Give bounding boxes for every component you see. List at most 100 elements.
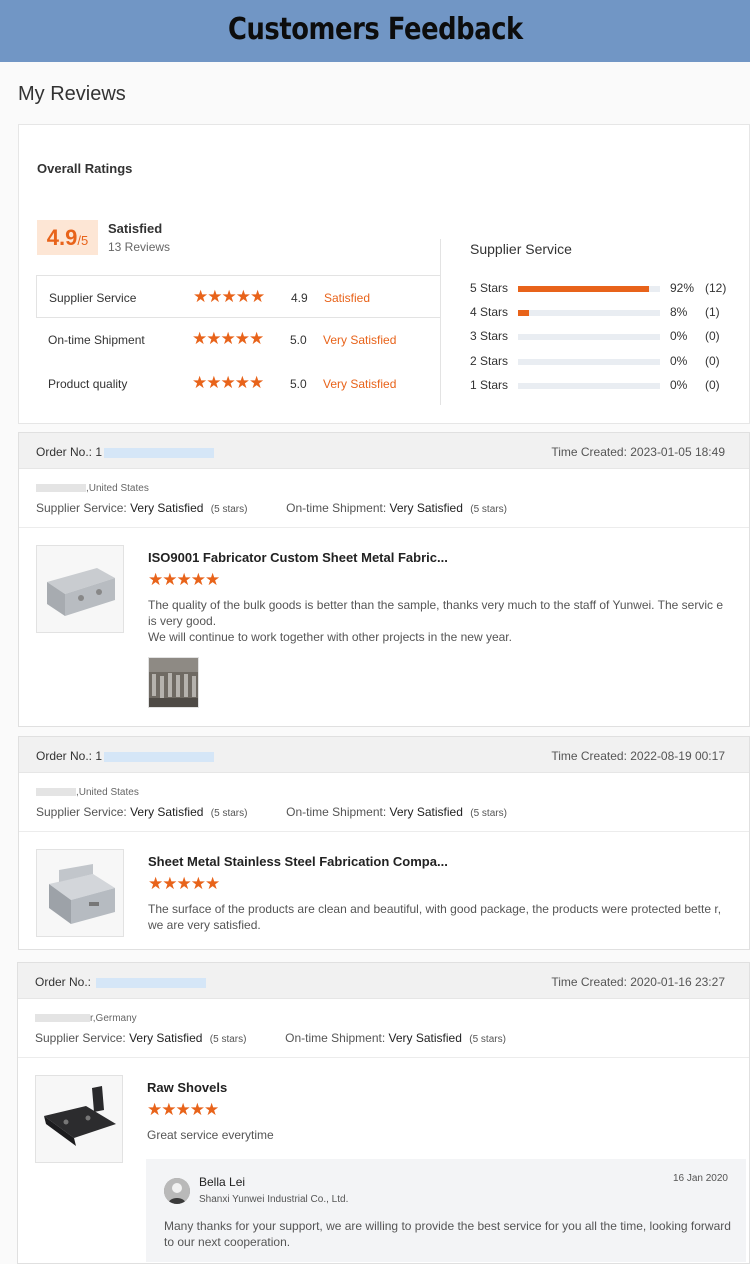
dist-label: 4 Stars	[470, 305, 509, 319]
order-time-created: Time Created: 2023-01-05 18:49	[551, 445, 725, 459]
shipment-label: On-time Shipment:	[286, 805, 387, 819]
review-comment-line: Great service everytime	[147, 1128, 274, 1142]
review-star-icons: ★★★★★	[148, 570, 220, 589]
order-number-value: 1	[95, 445, 103, 459]
order-ratings-line: Supplier Service: Very Satisfied (5 star…	[36, 501, 507, 515]
dist-label: 5 Stars	[470, 281, 509, 295]
star-icons: ★★★★★	[192, 373, 264, 392]
rating-label: On-time Shipment	[48, 333, 145, 347]
buyer-location: ,United States	[36, 787, 139, 798]
order-header: Order No.: Time Created: 2020-01-16 23:2…	[18, 963, 749, 999]
dist-bar-fill	[518, 286, 649, 292]
overall-ratings-card: Overall Ratings 4.9/5 Satisfied 13 Revie…	[18, 124, 750, 424]
dist-count: (0)	[705, 329, 720, 343]
dist-label: 1 Stars	[470, 378, 509, 392]
redacted-buyer-name	[36, 788, 76, 797]
dist-percent: 0%	[670, 329, 688, 343]
rating-score: 5.0	[290, 377, 307, 391]
overall-ratings-title: Overall Ratings	[37, 161, 133, 176]
user-avatar-icon	[164, 1178, 190, 1204]
rating-status: Very Satisfied	[323, 377, 397, 391]
reply-date: 16 Jan 2020	[672, 1173, 728, 1184]
service-label: Supplier Service:	[35, 1031, 126, 1045]
review-comment-line: We will continue to work together with o…	[148, 630, 512, 644]
review-comment: The quality of the bulk goods is better …	[148, 597, 723, 645]
overall-score-suffix: /5	[77, 233, 89, 248]
divider	[18, 1057, 749, 1058]
overall-score: 4.9	[46, 225, 78, 250]
order-number: Order No.:	[35, 975, 207, 989]
product-thumbnail[interactable]	[36, 545, 124, 633]
dist-bar-track	[518, 334, 660, 340]
dist-count: (0)	[705, 354, 720, 368]
redacted-order-number	[96, 977, 207, 988]
order-number: Order No.: 1	[36, 445, 215, 459]
rating-label: Product quality	[48, 377, 128, 391]
order-number-value: 1	[95, 749, 103, 763]
product-title[interactable]: Raw Shovels	[147, 1080, 227, 1095]
service-stars: (5 stars)	[210, 504, 248, 515]
dist-bar-track	[518, 286, 660, 292]
redacted-buyer-name	[36, 484, 86, 493]
review-comment-line: The quality of the bulk goods is better …	[148, 598, 723, 628]
dist-count: (1)	[705, 305, 720, 319]
shipment-stars: (5 stars)	[469, 1034, 506, 1045]
star-icons: ★★★★★	[193, 287, 265, 306]
review-star-icons: ★★★★★	[148, 874, 220, 893]
service-value: Very Satisfied	[130, 501, 204, 515]
service-label: Supplier Service:	[36, 501, 127, 515]
reply-author-name: Bella Lei	[199, 1175, 246, 1189]
location-text: ,United States	[76, 787, 139, 798]
shipment-label: On-time Shipment:	[286, 501, 387, 515]
bracket-image	[37, 546, 123, 632]
product-thumbnail[interactable]	[36, 849, 124, 937]
redacted-order-number	[104, 751, 215, 762]
divider	[19, 527, 749, 528]
rating-breakdown-table: Supplier Service ★★★★★ 4.9 Satisfied On-…	[36, 275, 441, 405]
dist-bar-track	[518, 359, 660, 365]
rating-label: Supplier Service	[49, 291, 137, 305]
shipment-stars: (5 stars)	[470, 504, 507, 515]
service-value: Very Satisfied	[130, 805, 204, 819]
service-stars: (5 stars)	[210, 808, 248, 819]
rating-status: Satisfied	[324, 291, 371, 305]
feedback-banner: Customers Feedback	[0, 0, 750, 62]
dist-count: (12)	[705, 281, 727, 295]
reply-text: Many thanks for your support, we are wil…	[164, 1219, 731, 1249]
dist-bar-track	[518, 310, 660, 316]
redacted-buyer-name	[35, 1014, 90, 1023]
banner-title: Customers Feedback	[227, 12, 523, 47]
review-photo[interactable]	[148, 657, 199, 708]
supplier-reply: Bella Lei Shanxi Yunwei Industrial Co., …	[146, 1159, 746, 1262]
review-count: 13 Reviews	[108, 240, 171, 254]
review-comment: Great service everytime	[147, 1127, 722, 1143]
shovel-image	[36, 1076, 122, 1162]
order-header: Order No.: 1 Time Created: 2023-01-05 18…	[19, 433, 749, 469]
dist-bar-fill	[518, 310, 530, 316]
order-time-created: Time Created: 2020-01-16 23:27	[551, 975, 725, 989]
avatar	[164, 1178, 190, 1204]
shipment-value: Very Satisfied	[389, 501, 463, 515]
review-card: Order No.: 1 Time Created: 2023-01-05 18…	[18, 432, 750, 727]
supplier-service-title: Supplier Service	[470, 241, 572, 257]
location-text: r,Germany	[90, 1013, 137, 1024]
review-comment: The surface of the products are clean an…	[148, 901, 723, 933]
rating-row-supplier-service: Supplier Service ★★★★★ 4.9 Satisfied	[36, 275, 441, 318]
dist-percent: 0%	[670, 378, 688, 392]
product-title[interactable]: ISO9001 Fabricator Custom Sheet Metal Fa…	[148, 550, 448, 565]
order-label: Order No.:	[35, 975, 92, 989]
product-title[interactable]: Sheet Metal Stainless Steel Fabrication …	[148, 854, 448, 869]
service-stars: (5 stars)	[209, 1034, 247, 1045]
dist-label: 3 Stars	[470, 329, 509, 343]
redacted-order-number	[104, 447, 215, 458]
dist-percent: 8%	[670, 305, 688, 319]
service-label: Supplier Service:	[36, 805, 127, 819]
product-thumbnail[interactable]	[35, 1075, 123, 1163]
shipment-value: Very Satisfied	[388, 1031, 462, 1045]
dist-percent: 0%	[670, 354, 688, 368]
dist-count: (0)	[705, 378, 720, 392]
review-card: Order No.: 1 Time Created: 2022-08-19 00…	[18, 736, 750, 950]
shipment-value: Very Satisfied	[389, 805, 463, 819]
order-label: Order No.:	[36, 749, 93, 763]
review-star-icons: ★★★★★	[147, 1100, 219, 1119]
